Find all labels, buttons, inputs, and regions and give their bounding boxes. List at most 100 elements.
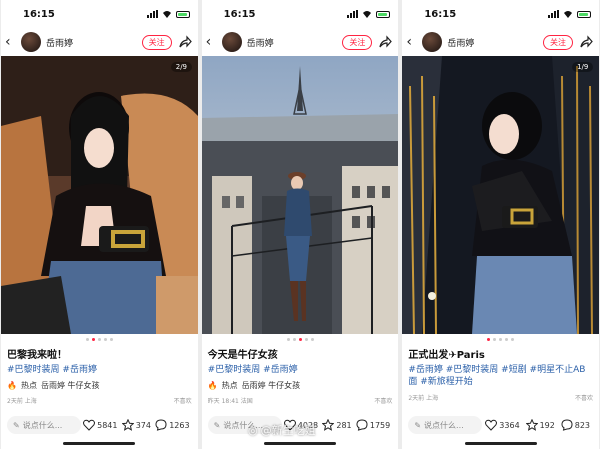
image-counter: 1/9 (572, 62, 594, 72)
post-screen-1: 16:15 ‹ 岳雨婷 关注 2/9 巴黎我来啦！ #巴黎时装周 #岳雨婷 🔥 … (1, 0, 198, 449)
comment-count: 1759 (369, 420, 391, 430)
hot-topic[interactable]: 🔥 热点 岳雨婷 牛仔女孩 (1, 376, 198, 391)
favorite-button[interactable]: 374 (121, 419, 151, 431)
weibo-logo-icon: ◎ (248, 423, 258, 437)
post-photo[interactable]: 1/9 (402, 56, 600, 334)
post-tags[interactable]: #巴黎时装周 #岳雨婷 (202, 361, 399, 376)
flame-icon: 🔥 (207, 381, 218, 390)
share-icon[interactable] (178, 35, 192, 49)
comment-placeholder: 说点什么... (22, 420, 63, 430)
hot-text: 岳雨婷 牛仔女孩 (40, 381, 100, 390)
favorite-button[interactable]: 192 (525, 419, 555, 431)
status-bar: 16:15 (1, 0, 198, 28)
status-time: 16:15 (223, 8, 256, 20)
favorite-button[interactable]: 281 (322, 419, 352, 431)
user-name[interactable]: 岳雨婷 (46, 36, 142, 49)
status-time: 16:15 (424, 8, 457, 20)
signal-icon (347, 10, 359, 18)
status-bar: 16:15 (402, 0, 599, 28)
action-bar: ✎ 说点什么... 3364 192 823 (402, 413, 599, 437)
favorite-count: 192 (539, 420, 555, 430)
post-date-location: 2天前 上海 (7, 398, 37, 405)
post-title: 正式出发✈Paris (408, 350, 485, 361)
post-date-location: 2天前 上海 (408, 395, 439, 402)
post-tags[interactable]: #巴黎时装周 #岳雨婷 (1, 361, 198, 376)
post-header: ‹ 岳雨婷 关注 (402, 28, 599, 56)
comment-placeholder: 说点什么... (424, 420, 464, 430)
hot-label: 热点 (20, 381, 37, 390)
battery-icon (376, 10, 391, 18)
back-icon[interactable]: ‹ (206, 34, 220, 50)
wifi-icon (363, 11, 372, 18)
home-indicator (464, 442, 537, 445)
like-count: 3364 (499, 420, 520, 430)
comment-count: 1263 (169, 420, 190, 430)
photo-image (201, 56, 399, 334)
status-icons (146, 10, 190, 18)
favorite-count: 281 (336, 420, 352, 430)
home-indicator (63, 442, 136, 445)
share-icon[interactable] (378, 35, 393, 49)
star-icon (121, 419, 134, 431)
post-screen-2: 16:15 ‹ 岳雨婷 关注 今天是牛仔女孩 #巴黎时装周 #岳雨婷 🔥 热点 … (201, 0, 399, 449)
post-header: ‹ 岳雨婷 关注 (1, 28, 198, 56)
comment-bubble-icon (561, 419, 573, 431)
user-name[interactable]: 岳雨婷 (447, 36, 543, 49)
avatar[interactable] (221, 32, 242, 52)
post-tags[interactable]: #岳雨婷 #巴黎时装周 #短剧 #明星不止AB面 #新旅程开始 (402, 361, 599, 388)
post-meta: 2天前 上海 不喜欢 (1, 391, 198, 405)
avatar[interactable] (422, 32, 443, 52)
follow-button[interactable]: 关注 (141, 34, 172, 50)
user-name[interactable]: 岳雨婷 (247, 36, 343, 49)
star-icon (525, 419, 538, 431)
favorite-count: 374 (135, 420, 151, 430)
status-icons (347, 10, 391, 18)
signal-icon (146, 10, 158, 18)
battery-icon (175, 10, 190, 18)
back-icon[interactable]: ‹ (406, 34, 420, 50)
post-photo[interactable] (201, 56, 399, 334)
comment-count: 823 (574, 420, 591, 430)
comment-button[interactable]: 1759 (356, 419, 390, 431)
image-counter: 2/9 (170, 62, 192, 72)
wifi-icon (162, 11, 171, 18)
heart-icon (485, 419, 498, 431)
status-icons (548, 10, 592, 18)
like-count: 5841 (97, 420, 118, 430)
not-interested-button[interactable]: 不喜欢 (174, 396, 192, 405)
post-photo[interactable]: 2/9 (1, 56, 198, 334)
not-interested-button[interactable]: 不喜欢 (575, 393, 593, 402)
hot-topic[interactable]: 🔥 热点 岳雨婷 牛仔女孩 (202, 376, 399, 391)
comment-button[interactable]: 823 (561, 419, 590, 431)
comment-bubble-icon (356, 419, 368, 431)
hot-text: 岳雨婷 牛仔女孩 (241, 381, 301, 390)
signal-icon (548, 10, 560, 18)
like-button[interactable]: 3364 (485, 419, 520, 431)
follow-button[interactable]: 关注 (342, 34, 373, 50)
like-button[interactable]: 5841 (83, 419, 117, 431)
share-icon[interactable] (579, 35, 593, 49)
wifi-icon (564, 11, 573, 18)
photo-image (402, 56, 600, 334)
not-interested-button[interactable]: 不喜欢 (374, 396, 392, 405)
post-header: ‹ 岳雨婷 关注 (202, 28, 399, 56)
comment-input[interactable]: ✎ 说点什么... (408, 416, 483, 434)
status-time: 16:15 (23, 8, 55, 20)
follow-button[interactable]: 关注 (543, 34, 574, 50)
comment-button[interactable]: 1263 (155, 419, 190, 431)
hot-label: 热点 (221, 381, 238, 390)
pencil-icon: ✎ (13, 420, 20, 430)
pencil-icon: ✎ (213, 420, 221, 430)
comment-bubble-icon (155, 419, 167, 431)
comment-input[interactable]: ✎ 说点什么... (7, 416, 81, 434)
avatar[interactable] (21, 32, 41, 52)
battery-icon (577, 10, 592, 18)
pencil-icon: ✎ (414, 420, 422, 430)
back-icon[interactable]: ‹ (5, 34, 19, 50)
screens-row: 16:15 ‹ 岳雨婷 关注 2/9 巴黎我来啦！ #巴黎时装周 #岳雨婷 🔥 … (0, 0, 600, 449)
post-title: 巴黎我来啦！ (7, 350, 67, 361)
action-bar: ✎ 说点什么... 5841 374 1263 (1, 413, 198, 437)
photo-image (1, 56, 198, 334)
post-screen-3: 16:15 ‹ 岳雨婷 关注 1/9 正式出发✈Paris #岳雨婷 #巴黎时装… (402, 0, 600, 449)
flame-icon: 🔥 (7, 381, 17, 390)
